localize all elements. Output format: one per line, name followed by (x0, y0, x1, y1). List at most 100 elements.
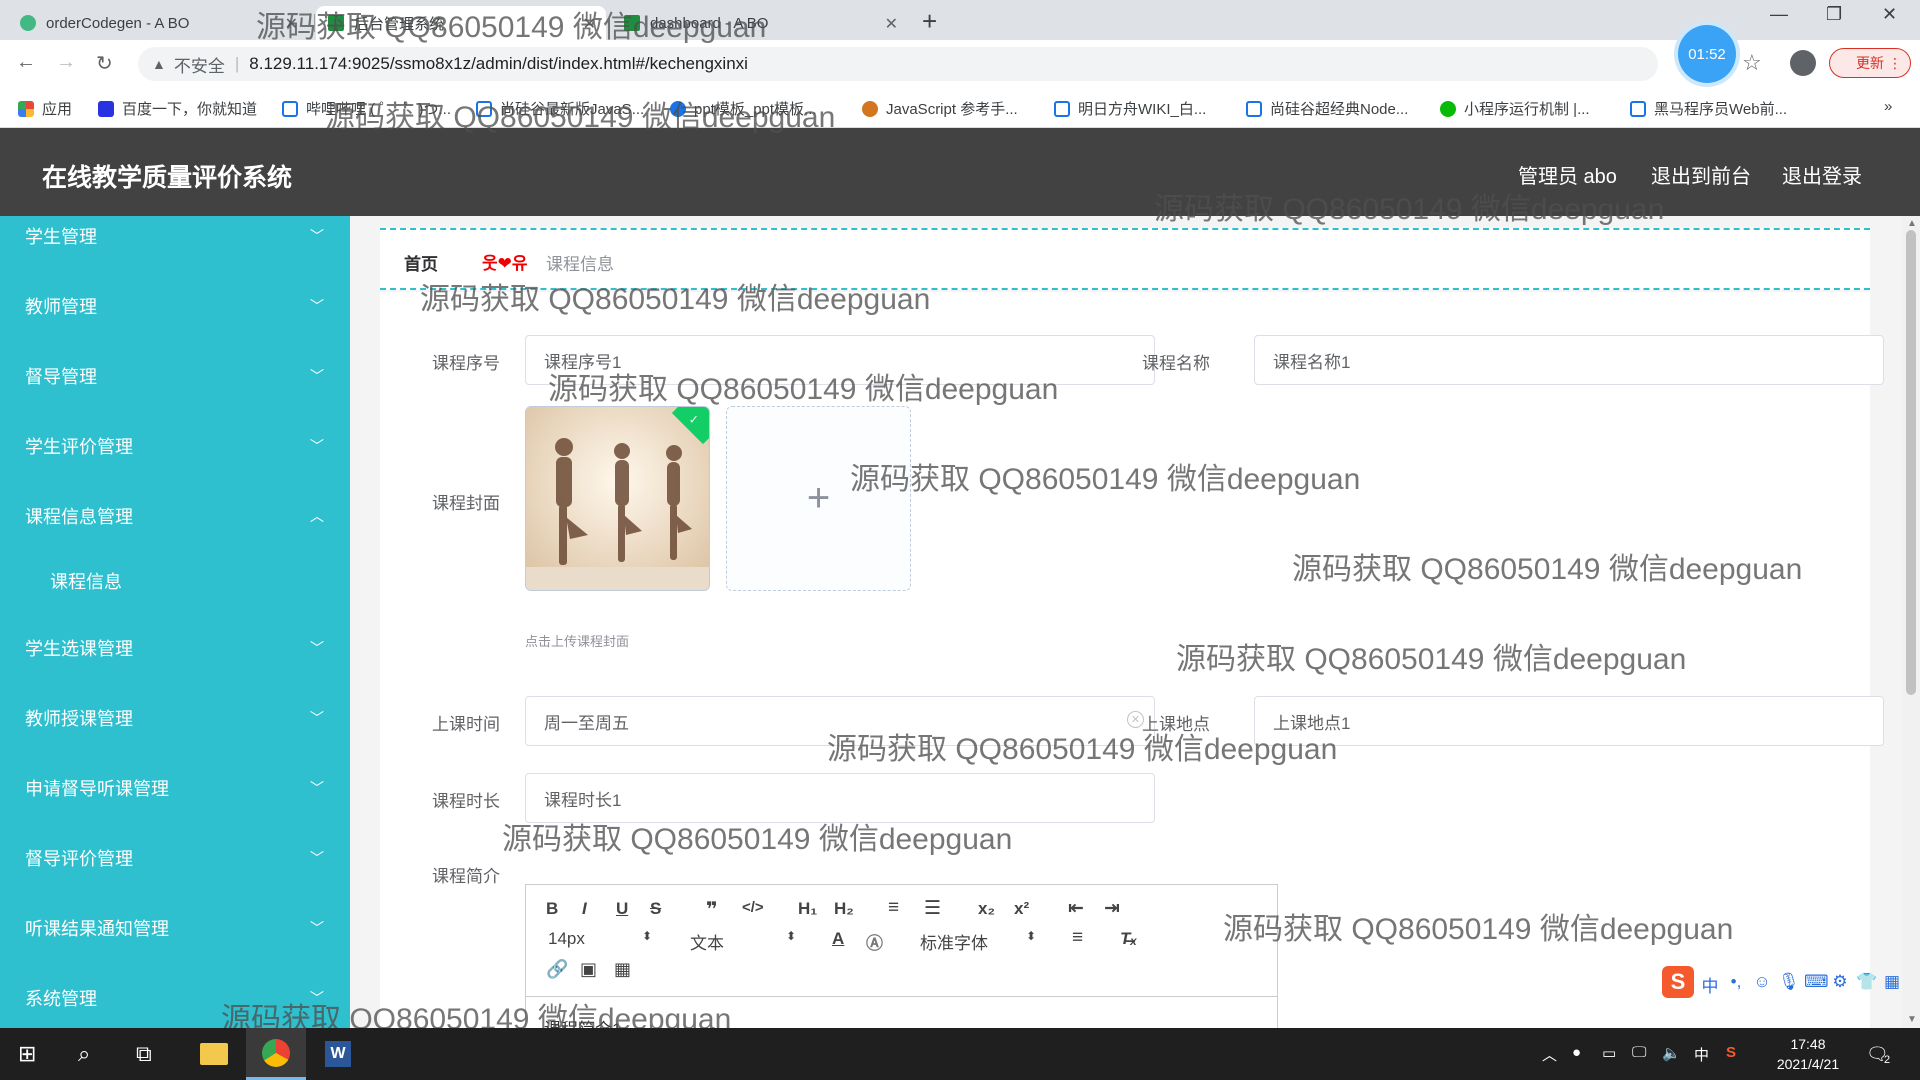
sidebar-item-course-selection[interactable]: 学生选课管理 ﹀ (0, 613, 350, 683)
outdent-icon[interactable]: ⇤ (1068, 897, 1084, 920)
sidebar-item-student-eval[interactable]: 学生评价管理 ﹀ (0, 411, 350, 481)
background-color-icon[interactable]: Ⓐ (866, 929, 883, 954)
ordered-list-icon[interactable]: ≡ (888, 897, 899, 919)
sidebar-item-apply-audit[interactable]: 申请督导听课管理 ﹀ (0, 753, 350, 823)
ime-lang-icon[interactable]: 中 (1700, 972, 1720, 996)
sidebar-item-student[interactable]: 学生管理 ﹀ (0, 216, 350, 271)
browser-tab-active[interactable]: 后台管理系统 ✕ (316, 6, 606, 40)
scrollbar-thumb[interactable] (1906, 230, 1916, 695)
reload-icon[interactable]: ↻ (96, 51, 113, 76)
minimize-icon[interactable]: — (1770, 4, 1788, 25)
scroll-down-icon[interactable]: ▼ (1907, 1014, 1917, 1025)
word-icon[interactable]: W (308, 1028, 368, 1080)
bullet-list-icon[interactable]: ☰ (924, 897, 941, 920)
punctuation-icon[interactable]: •, (1726, 972, 1746, 992)
forward-arrow-icon[interactable]: → (56, 51, 76, 74)
breadcrumb-home[interactable]: 首页 (404, 250, 438, 275)
close-window-icon[interactable]: ✕ (1882, 4, 1897, 25)
blockquote-icon[interactable]: ❞ (706, 897, 718, 922)
clear-format-icon[interactable]: T̶ₓ (1120, 929, 1137, 949)
align-icon[interactable]: ≡ (1072, 927, 1083, 949)
bookmark-item[interactable]: 黑马程序员Web前... (1630, 98, 1787, 119)
exit-to-front-link[interactable]: 退出到前台 (1651, 160, 1751, 189)
close-tab-icon[interactable]: ✕ (885, 14, 898, 34)
indent-icon[interactable]: ⇥ (1104, 897, 1120, 920)
sidebar-item-result-notice[interactable]: 听课结果通知管理 ﹀ (0, 893, 350, 963)
sidebar-item-course-info[interactable]: 课程信息管理 ︿ (0, 481, 350, 551)
italic-icon[interactable]: I (582, 899, 587, 919)
menu-grid-icon[interactable]: ▦ (1882, 972, 1902, 992)
volume-icon[interactable]: 🔈 (1662, 1044, 1681, 1062)
bookmark-item[interactable]: 明日方舟WIKI_白... (1054, 98, 1206, 119)
floating-clock-badge[interactable]: 01:52 (1678, 25, 1736, 83)
superscript-icon[interactable]: x² (1014, 899, 1029, 919)
bookmark-item[interactable]: 尚硅谷最新版JavaS... (476, 98, 644, 119)
underline-icon[interactable]: U (616, 899, 628, 919)
file-explorer-icon[interactable] (184, 1028, 244, 1080)
sogou-logo-icon[interactable]: S (1662, 966, 1694, 998)
tray-expand-icon[interactable]: ︿ (1542, 1044, 1557, 1065)
close-tab-icon[interactable]: ✕ (285, 14, 298, 34)
network-icon[interactable]: 🖵 (1632, 1044, 1646, 1061)
image-icon[interactable]: ▣ (580, 959, 597, 980)
keyboard-icon[interactable]: ⌨ (1804, 972, 1829, 992)
upload-cover-button[interactable]: + (726, 406, 911, 591)
chrome-icon[interactable] (246, 1028, 306, 1080)
editor-content[interactable]: 课程简介1 (544, 1015, 621, 1028)
strikethrough-icon[interactable]: S (650, 899, 661, 919)
video-icon[interactable]: ▦ (614, 959, 631, 980)
subscript-icon[interactable]: x₂ (978, 899, 995, 919)
sidebar-item-supervisor[interactable]: 督导管理 ﹀ (0, 341, 350, 411)
task-view-icon[interactable]: ⧉ (136, 1041, 152, 1067)
bookmark-item[interactable]: 哔哩哔哩 ( ゜- ゜)つ... (282, 98, 451, 119)
browser-tab[interactable]: dashboard - A BO ✕ (612, 6, 908, 40)
browser-tab[interactable]: orderCodegen - A BO ✕ (8, 6, 308, 40)
location-input[interactable]: 上课地点1 (1254, 696, 1884, 746)
course-no-input[interactable]: 课程序号1 (525, 335, 1155, 385)
font-color-icon[interactable]: A (832, 929, 844, 949)
sidebar-item-teacher[interactable]: 教师管理 ﹀ (0, 271, 350, 341)
skin-icon[interactable]: 👕 (1856, 972, 1877, 992)
more-bookmarks-icon[interactable]: » (1884, 98, 1892, 115)
link-icon[interactable]: 🔗 (546, 959, 568, 980)
scroll-up-icon[interactable]: ▲ (1907, 218, 1917, 229)
search-icon[interactable]: ⌕ (78, 1041, 90, 1067)
update-button[interactable]: 更新 ⋮ (1829, 48, 1911, 78)
sidebar-subitem-course-info[interactable]: 课程信息 (0, 551, 350, 611)
tray-app-icon[interactable]: ● (1572, 1044, 1581, 1061)
ime-indicator[interactable]: 中 (1694, 1044, 1709, 1065)
course-name-input[interactable]: 课程名称1 (1254, 335, 1884, 385)
sidebar-item-system[interactable]: 系统管理 ﹀ (0, 963, 350, 1028)
font-family-select[interactable]: 标准字体 (920, 929, 988, 954)
heading-select[interactable]: 文本 (690, 929, 724, 954)
tools-icon[interactable]: ⚙ (1830, 972, 1850, 992)
duration-input[interactable]: 课程时长1 (525, 773, 1155, 823)
close-tab-icon[interactable]: ✕ (583, 14, 596, 34)
bookmark-item[interactable]: ppt模板_ppt模板... (670, 98, 817, 119)
heading-1-icon[interactable]: H₁ (798, 899, 817, 919)
sidebar-item-teaching[interactable]: 教师授课管理 ﹀ (0, 683, 350, 753)
bookmark-item[interactable]: 应用 (18, 98, 72, 119)
bookmark-star-icon[interactable]: ☆ (1742, 50, 1762, 76)
restore-icon[interactable]: ❐ (1826, 4, 1842, 25)
page-scrollbar[interactable]: ▲ ▼ (1902, 216, 1920, 1028)
emoji-icon[interactable]: ☺ (1752, 972, 1772, 992)
bold-icon[interactable]: B (546, 899, 558, 919)
battery-icon[interactable]: ▭ (1602, 1044, 1616, 1062)
account-avatar-icon[interactable] (1790, 50, 1816, 76)
sogou-tray-icon[interactable]: S (1726, 1044, 1736, 1061)
code-block-icon[interactable]: </> (742, 899, 764, 916)
logout-link[interactable]: 退出登录 (1782, 160, 1862, 189)
address-bar[interactable]: ▲ 不安全 | 8.129.11.174:9025/ssmo8x1z/admin… (138, 47, 1658, 81)
taskbar-clock[interactable]: 17:48 2021/4/21 (1768, 1034, 1848, 1074)
bookmark-item[interactable]: JavaScript 参考手... (862, 98, 1018, 119)
cover-thumbnail[interactable]: ✓ (525, 406, 710, 591)
bookmark-item[interactable]: 尚硅谷超经典Node... (1246, 98, 1408, 119)
class-time-input[interactable]: 周一至周五 ✕ (525, 696, 1155, 746)
microphone-icon[interactable]: 🎙 (1778, 972, 1800, 992)
back-arrow-icon[interactable]: ← (16, 51, 36, 74)
font-size-select[interactable]: 14px (548, 929, 585, 949)
heading-2-icon[interactable]: H₂ (834, 899, 854, 919)
bookmark-item[interactable]: 百度一下，你就知道 (98, 98, 257, 119)
windows-start-icon[interactable]: ⊞ (18, 1041, 36, 1067)
